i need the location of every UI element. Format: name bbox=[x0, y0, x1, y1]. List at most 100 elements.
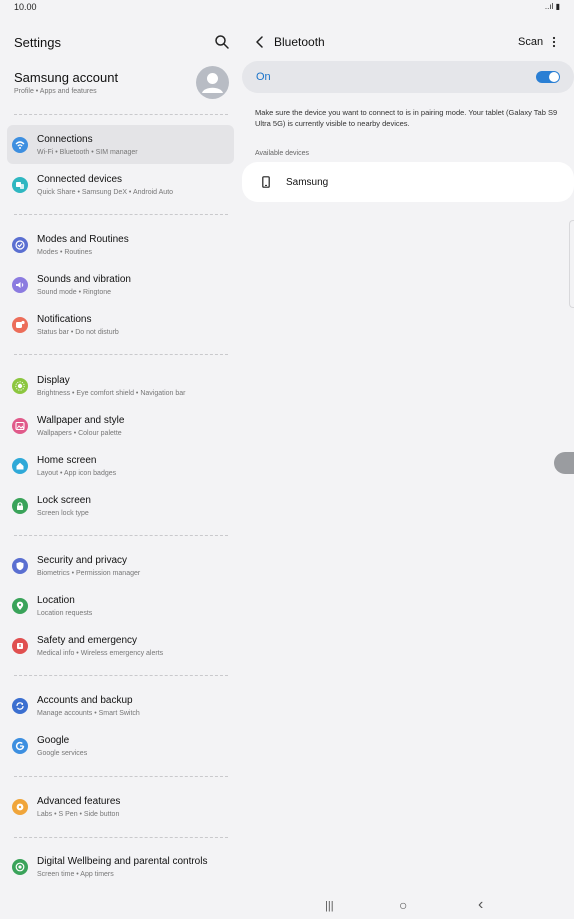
samsung-account[interactable]: Samsung account Profile • Apps and featu… bbox=[14, 70, 118, 95]
volume-icon bbox=[12, 277, 28, 293]
divider bbox=[14, 114, 228, 115]
settings-item-sub: Location requests bbox=[37, 610, 93, 617]
floating-handle[interactable] bbox=[554, 452, 574, 474]
bluetooth-toggle[interactable] bbox=[536, 71, 560, 83]
settings-item-label: Sounds and vibration bbox=[37, 274, 131, 285]
settings-item-label: Digital Wellbeing and parental controls bbox=[37, 856, 208, 867]
wifi-icon bbox=[12, 137, 28, 153]
back-icon[interactable] bbox=[255, 36, 265, 48]
settings-item-notifications[interactable]: Notifications Status bar • Do not disturb bbox=[7, 305, 234, 344]
settings-item-security-and-privacy[interactable]: Security and privacy Biometrics • Permiss… bbox=[7, 546, 234, 585]
account-sub: Profile • Apps and features bbox=[14, 88, 97, 95]
divider bbox=[14, 214, 228, 215]
settings-item-accounts-and-backup[interactable]: Accounts and backup Manage accounts • Sma… bbox=[7, 686, 234, 725]
settings-item-sub: Medical info • Wireless emergency alerts bbox=[37, 650, 164, 657]
scan-button[interactable]: Scan bbox=[518, 36, 543, 48]
settings-item-sub: Manage accounts • Smart Switch bbox=[37, 710, 140, 717]
settings-item-label: Notifications bbox=[37, 314, 92, 325]
on-label: On bbox=[256, 71, 271, 83]
settings-item-sounds-and-vibration[interactable]: Sounds and vibration Sound mode • Rington… bbox=[7, 265, 234, 304]
image-icon bbox=[12, 418, 28, 434]
settings-item-sub: Brightness • Eye comfort shield • Naviga… bbox=[37, 390, 186, 397]
battery-icon: ▮ bbox=[555, 2, 560, 11]
settings-item-sub: Status bar • Do not disturb bbox=[37, 329, 119, 336]
bluetooth-title: Bluetooth bbox=[274, 35, 325, 49]
star-gear-icon bbox=[12, 799, 28, 815]
settings-item-connections[interactable]: Connections Wi-Fi • Bluetooth • SIM manag… bbox=[7, 125, 234, 164]
status-bar: 10.00 ..ıl ▮ bbox=[0, 0, 574, 16]
device-item[interactable]: Samsung bbox=[242, 162, 574, 202]
search-icon[interactable] bbox=[214, 34, 230, 50]
divider bbox=[14, 675, 228, 676]
settings-item-sub: Labs • S Pen • Side button bbox=[37, 811, 120, 818]
settings-item-label: Google bbox=[37, 735, 70, 746]
settings-item-sub: Layout • App icon badges bbox=[37, 470, 117, 477]
settings-item-google[interactable]: Google Google services bbox=[7, 726, 234, 765]
page-title: Settings bbox=[14, 35, 61, 50]
settings-item-safety-and-emergency[interactable]: Safety and emergency Medical info • Wirel… bbox=[7, 626, 234, 665]
wellbeing-icon bbox=[12, 859, 28, 875]
devices-icon bbox=[12, 177, 28, 193]
settings-item-label: Advanced features bbox=[37, 796, 121, 807]
available-devices-header: Available devices bbox=[255, 150, 309, 157]
settings-item-sub: Modes • Routines bbox=[37, 249, 92, 256]
account-name: Samsung account bbox=[14, 70, 119, 85]
signal-icon: ..ıl bbox=[544, 2, 554, 11]
divider bbox=[14, 354, 228, 355]
google-icon bbox=[12, 738, 28, 754]
settings-panel: Settings Samsung account Profile • Apps … bbox=[0, 16, 240, 896]
settings-item-label: Modes and Routines bbox=[37, 234, 129, 245]
settings-item-label: Security and privacy bbox=[37, 555, 128, 566]
settings-item-sub: Wallpapers • Colour palette bbox=[37, 430, 122, 437]
settings-item-sub: Biometrics • Permission manager bbox=[37, 570, 141, 577]
toggle-knob bbox=[549, 72, 559, 82]
settings-item-sub: Sound mode • Ringtone bbox=[37, 289, 112, 296]
status-icons: ..ıl ▮ bbox=[545, 2, 560, 11]
check-circle-icon bbox=[12, 237, 28, 253]
settings-item-home-screen[interactable]: Home screen Layout • App icon badges bbox=[7, 446, 234, 485]
settings-item-sub: Google services bbox=[37, 750, 88, 757]
settings-item-sub: Screen lock type bbox=[37, 510, 89, 517]
sun-icon bbox=[12, 378, 28, 394]
bell-icon bbox=[12, 317, 28, 333]
avatar[interactable] bbox=[196, 66, 229, 99]
pairing-info: Make sure the device you want to connect… bbox=[255, 108, 558, 128]
settings-item-advanced-features[interactable]: Advanced features Labs • S Pen • Side but… bbox=[7, 787, 234, 826]
settings-item-sub: Quick Share • Samsung DeX • Android Auto bbox=[37, 189, 174, 196]
more-options-icon[interactable] bbox=[550, 36, 558, 48]
settings-item-lock-screen[interactable]: Lock screen Screen lock type bbox=[7, 486, 234, 525]
back-button[interactable]: ‹ bbox=[478, 896, 483, 914]
settings-item-label: Wallpaper and style bbox=[37, 415, 125, 426]
settings-item-label: Connections bbox=[37, 134, 93, 145]
settings-item-location[interactable]: Location Location requests bbox=[7, 586, 234, 625]
divider bbox=[14, 837, 228, 838]
lock-icon bbox=[12, 498, 28, 514]
settings-item-sub: Wi-Fi • Bluetooth • SIM manager bbox=[37, 149, 138, 156]
phone-icon bbox=[262, 176, 270, 188]
settings-item-label: Safety and emergency bbox=[37, 635, 138, 646]
alert-icon bbox=[12, 638, 28, 654]
status-time: 10.00 bbox=[14, 2, 37, 12]
device-name: Samsung bbox=[286, 177, 329, 188]
settings-item-label: Lock screen bbox=[37, 495, 91, 506]
settings-item-display[interactable]: Display Brightness • Eye comfort shield •… bbox=[7, 366, 234, 405]
settings-item-wallpaper-and-style[interactable]: Wallpaper and style Wallpapers • Colour p… bbox=[7, 406, 234, 445]
navigation-bar: ||| ○ ‹ bbox=[241, 896, 574, 919]
home-icon bbox=[12, 458, 28, 474]
person-icon bbox=[202, 73, 223, 93]
settings-item-modes-and-routines[interactable]: Modes and Routines Modes • Routines bbox=[7, 225, 234, 264]
sync-icon bbox=[12, 698, 28, 714]
settings-item-sub: Screen time • App timers bbox=[37, 871, 114, 878]
settings-item-label: Home screen bbox=[37, 455, 97, 466]
divider bbox=[14, 535, 228, 536]
edge-panel-handle[interactable] bbox=[569, 220, 574, 308]
settings-item-label: Display bbox=[37, 375, 70, 386]
settings-item-label: Location bbox=[37, 595, 75, 606]
recents-button[interactable]: ||| bbox=[325, 900, 334, 912]
home-button[interactable]: ○ bbox=[399, 897, 407, 913]
settings-item-digital-wellbeing-and-parental-controls[interactable]: Digital Wellbeing and parental controls S… bbox=[7, 847, 234, 886]
bluetooth-panel: Bluetooth Scan On Make sure the device y… bbox=[241, 16, 574, 896]
shield-icon bbox=[12, 558, 28, 574]
settings-item-connected-devices[interactable]: Connected devices Quick Share • Samsung D… bbox=[7, 165, 234, 204]
bluetooth-switch-row[interactable]: On bbox=[242, 61, 574, 93]
